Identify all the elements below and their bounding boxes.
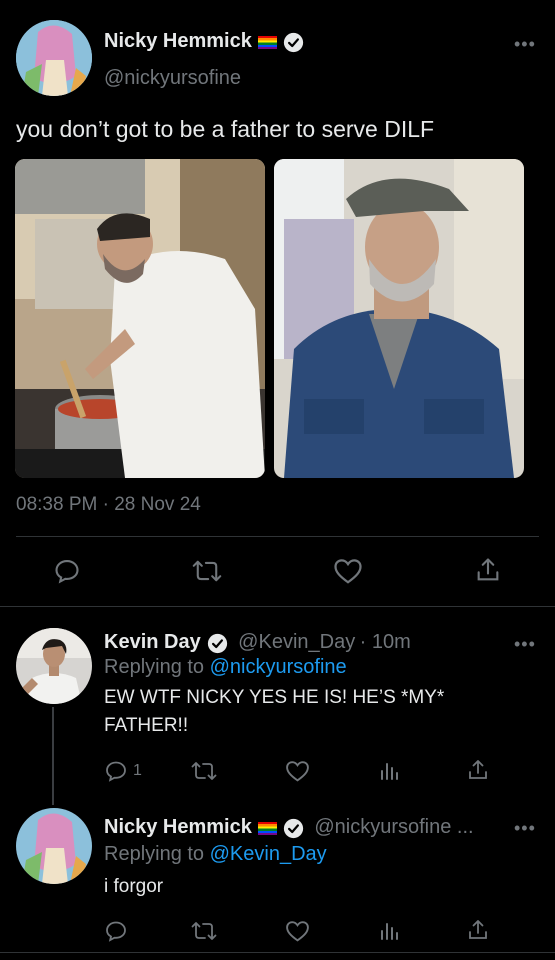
- pride-flag-icon: [257, 36, 277, 50]
- share-icon[interactable]: [466, 758, 490, 782]
- reply-icon[interactable]: [104, 919, 128, 943]
- replying-to-label: Replying to: [104, 843, 205, 865]
- replying-to-link[interactable]: @Kevin_Day: [210, 843, 327, 865]
- reply-icon[interactable]: [53, 557, 81, 585]
- replying-to-label: Replying to: [104, 656, 205, 678]
- reply-text: EW WTF NICKY YES HE IS! HE’S *MY* FATHER…: [104, 687, 445, 736]
- thread-line: [52, 707, 54, 805]
- verified-icon: [207, 633, 228, 654]
- more-options-button[interactable]: •••: [514, 34, 536, 55]
- author-handle[interactable]: @Kevin_Day: [238, 631, 355, 653]
- author-handle[interactable]: @nickyursofine ...: [314, 816, 473, 838]
- more-options-button[interactable]: •••: [514, 818, 536, 839]
- replying-to-link[interactable]: @nickyursofine: [210, 656, 347, 678]
- share-icon[interactable]: [474, 556, 502, 584]
- divider: [16, 536, 539, 537]
- more-options-button[interactable]: •••: [514, 634, 536, 655]
- author-name[interactable]: Nicky Hemmick: [104, 816, 252, 838]
- retweet-icon[interactable]: [192, 557, 222, 585]
- divider: [0, 952, 555, 953]
- tweet-timestamp: 08:38 PM · 28 Nov 24: [16, 494, 201, 515]
- verified-icon: [283, 32, 304, 53]
- author-handle[interactable]: @nickyursofine: [104, 67, 241, 90]
- like-icon[interactable]: [285, 919, 310, 943]
- reply-icon[interactable]: [104, 759, 128, 783]
- retweet-icon[interactable]: [191, 919, 217, 943]
- like-icon[interactable]: [333, 557, 363, 585]
- verified-icon: [283, 818, 304, 839]
- avatar[interactable]: [16, 20, 92, 96]
- avatar[interactable]: [16, 808, 92, 884]
- pride-flag-icon: [257, 822, 277, 836]
- divider: [0, 606, 555, 607]
- author-name[interactable]: Kevin Day: [104, 631, 201, 653]
- retweet-icon[interactable]: [191, 759, 217, 783]
- reply-button[interactable]: 1: [104, 759, 142, 783]
- avatar[interactable]: [16, 628, 92, 704]
- tweet-photo-portrait[interactable]: [274, 159, 524, 478]
- reply-count: 1: [133, 762, 142, 779]
- analytics-icon[interactable]: [377, 919, 401, 943]
- reply-text: i forgor: [104, 876, 164, 897]
- tweet-text: you don’t got to be a father to serve DI…: [16, 116, 435, 142]
- analytics-icon[interactable]: [377, 759, 401, 783]
- share-icon[interactable]: [466, 918, 490, 942]
- author-name[interactable]: Nicky Hemmick: [104, 30, 252, 52]
- like-icon[interactable]: [285, 759, 310, 783]
- tweet-photo-cooking[interactable]: [15, 159, 265, 478]
- tweet-time: · 10m: [359, 631, 411, 653]
